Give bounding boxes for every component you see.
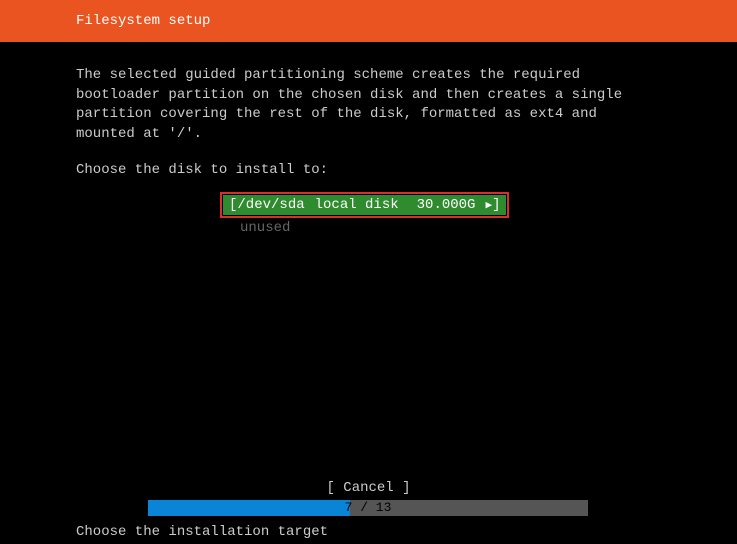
progress-label: 7 / 13 [148,500,588,516]
triangle-right-icon: ▶ [485,198,492,212]
main-content: The selected guided partitioning scheme … [0,42,737,236]
cancel-button[interactable]: [ Cancel ] [0,480,737,496]
page-title: Filesystem setup [76,13,210,29]
disk-option-sda[interactable]: [ /dev/sda local disk 30.000G ▶ ] [223,195,506,215]
disk-device: /dev/sda [237,197,304,213]
unused-label: unused [220,220,661,236]
bracket-close: ] [492,197,500,213]
disk-type: local disk [315,197,399,213]
cancel-label: [ Cancel ] [326,480,410,496]
disk-list: [ /dev/sda local disk 30.000G ▶ ] unused [76,192,661,236]
disk-highlight: [ /dev/sda local disk 30.000G ▶ ] [220,192,509,218]
header-bar: Filesystem setup [0,0,737,42]
progress-bar: 7 / 13 [148,500,588,516]
choose-disk-prompt: Choose the disk to install to: [76,162,661,178]
bracket-open: [ [229,197,237,213]
description-text: The selected guided partitioning scheme … [76,66,661,144]
footer-hint: Choose the installation target [76,524,328,540]
disk-size: 30.000G [417,197,476,213]
